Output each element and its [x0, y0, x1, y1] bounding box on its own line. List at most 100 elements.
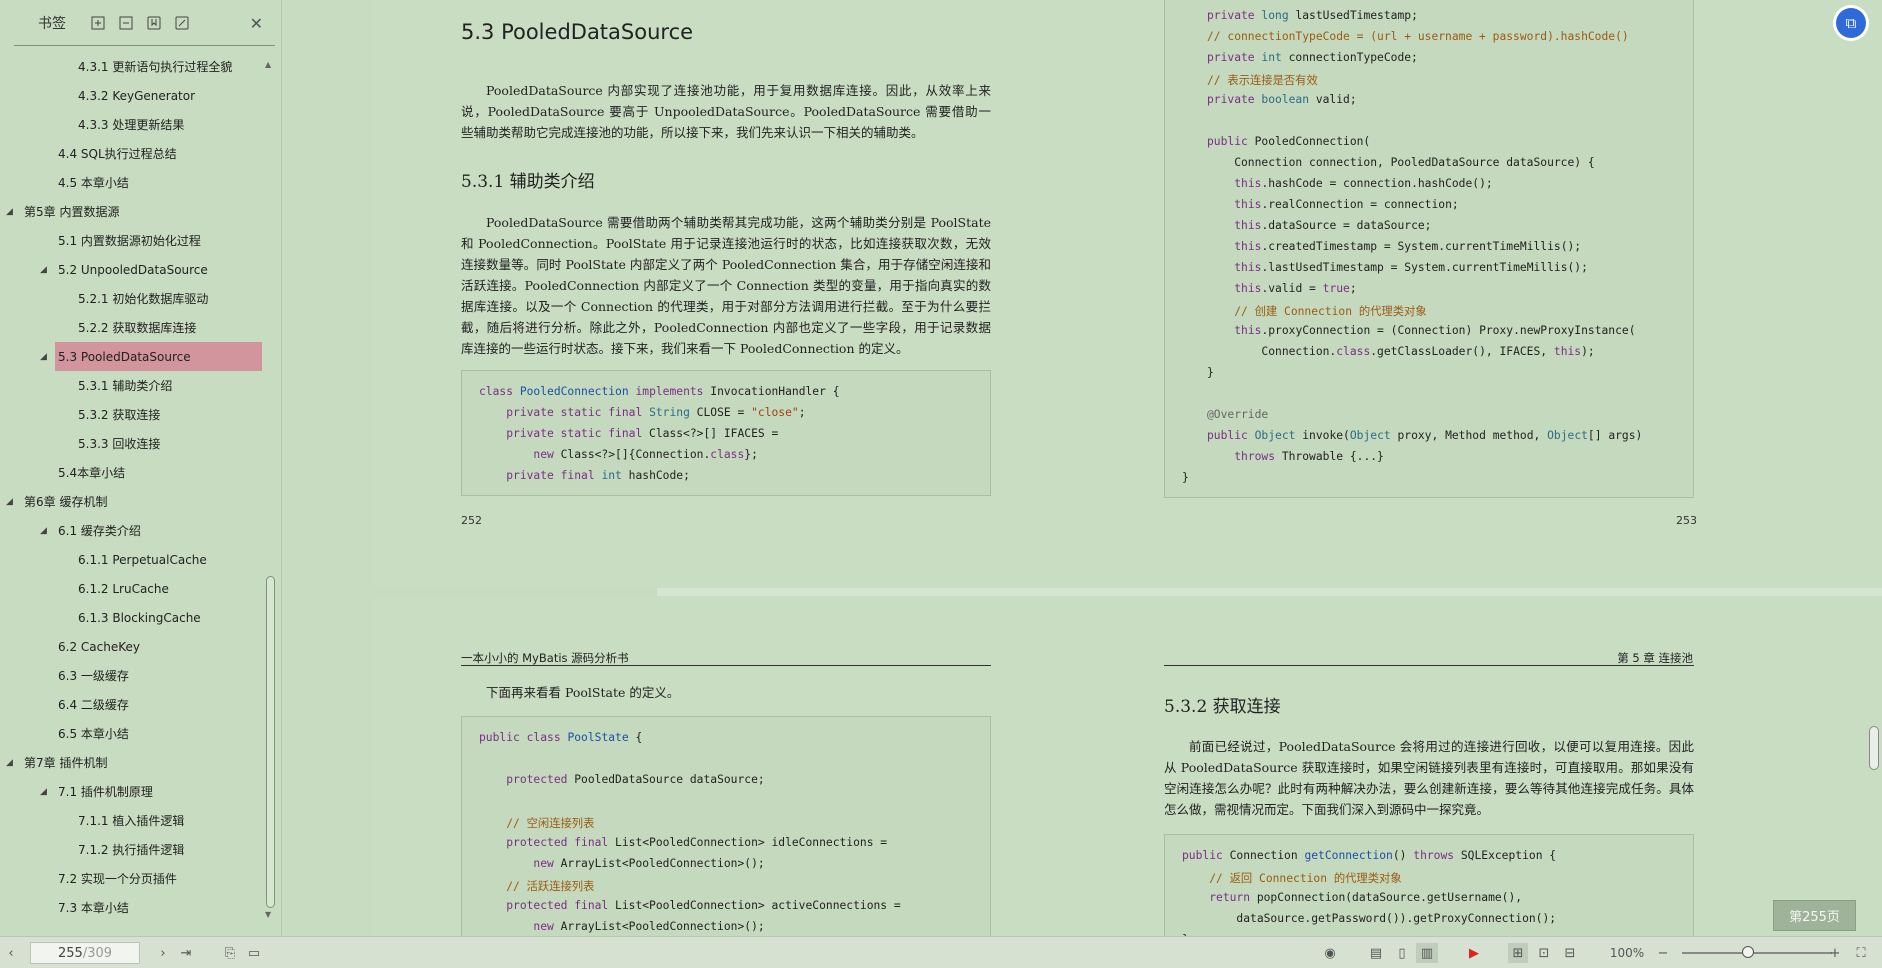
sidebar-item[interactable]: ◢ 5.3 PooledDataSource: [40, 342, 262, 371]
fullscreen-icon[interactable]: ⛶: [1852, 943, 1870, 963]
sidebar-item[interactable]: 6.1.3 BlockingCache: [0, 603, 262, 632]
sidebar-item-label: 6.1 缓存类介绍: [58, 524, 141, 538]
floating-tool-button[interactable]: ⧉: [1836, 8, 1866, 38]
sidebar-item-label: 7.1.2 执行插件逻辑: [78, 843, 185, 857]
continuous-view-icon[interactable]: ▯: [1392, 943, 1412, 963]
sidebar-item[interactable]: 5.3.3 回收连接: [0, 429, 262, 458]
expand-toggle-icon[interactable]: ◢: [40, 787, 54, 797]
fit-width-icon[interactable]: ⊞: [1508, 943, 1528, 963]
sidebar-item[interactable]: ◢ 第7章 插件机制: [0, 748, 262, 777]
subsection-heading-532: 5.3.2 获取连接: [1164, 697, 1281, 717]
sidebar-item[interactable]: 5.3.1 辅助类介绍: [0, 371, 262, 400]
sidebar-item[interactable]: 7.1.1 植入插件逻辑: [0, 806, 262, 835]
sidebar-item[interactable]: 6.4 二级缓存: [0, 690, 262, 719]
sidebar-item-label: 6.5 本章小结: [58, 727, 129, 741]
scroll-up-icon[interactable]: ▲: [265, 60, 271, 69]
section-heading: 5.3 PooledDataSource: [461, 20, 694, 44]
rotate-page-icon[interactable]: ⎘: [222, 943, 238, 963]
sidebar-item-label: 6.3 一级缓存: [58, 669, 129, 683]
expand-toggle-icon[interactable]: ◢: [40, 526, 54, 536]
sidebar-item[interactable]: 7.3 本章小结: [0, 893, 262, 922]
sidebar-item[interactable]: 6.1.1 PerpetualCache: [0, 545, 262, 574]
expand-toggle-icon[interactable]: ◢: [6, 497, 20, 507]
next-page-icon[interactable]: ›: [156, 943, 170, 963]
sidebar-item-label: 5.3.3 回收连接: [78, 437, 161, 451]
sidebar-item[interactable]: 7.2 实现一个分页插件: [0, 864, 262, 893]
sidebar-item[interactable]: ◢ 第5章 内置数据源: [0, 197, 262, 226]
expand-toggle-icon[interactable]: ◢: [6, 207, 20, 217]
play-icon[interactable]: ▶: [1464, 943, 1484, 963]
page-number-left: 252: [461, 514, 482, 527]
sidebar-item[interactable]: 5.2.1 初始化数据库驱动: [0, 284, 262, 313]
scroll-down-icon[interactable]: ▼: [265, 910, 271, 919]
sidebar-item[interactable]: ◢ 5.2 UnpooledDataSource: [0, 255, 262, 284]
close-icon[interactable]: ✕: [250, 14, 263, 33]
total-pages: /309: [82, 945, 113, 961]
sidebar-item-label: 5.3 PooledDataSource: [58, 349, 191, 364]
sidebar-item-label: 6.2 CacheKey: [58, 639, 140, 654]
eye-protection-icon[interactable]: ◉: [1318, 943, 1342, 963]
expand-toggle-icon[interactable]: ◢: [40, 352, 54, 362]
sidebar-item[interactable]: ◢ 6.1 缓存类介绍: [0, 516, 262, 545]
zoom-level[interactable]: 100%: [1604, 943, 1650, 963]
get-connection-paragraph: 前面已经说过，PooledDataSource 会将用过的连接进行回收，以便可以…: [1164, 739, 1694, 817]
sidebar-item[interactable]: 5.4本章小结: [0, 458, 262, 487]
page-indicator-badge: 第255页: [1773, 900, 1856, 931]
sidebar-item-label: 5.2 UnpooledDataSource: [58, 262, 208, 277]
expand-toggle-icon[interactable]: ◢: [6, 758, 20, 768]
zoom-slider-knob[interactable]: [1742, 946, 1754, 958]
sidebar-item[interactable]: 5.3.2 获取连接: [0, 400, 262, 429]
collapse-all-icon[interactable]: [118, 15, 134, 31]
sidebar-item[interactable]: 5.2.2 获取数据库连接: [0, 313, 262, 342]
single-page-view-icon[interactable]: ▤: [1366, 943, 1386, 963]
sidebar-title: 书签: [38, 15, 66, 32]
expand-toggle-icon[interactable]: ◢: [40, 265, 54, 275]
sidebar-item-label: 第5章 内置数据源: [24, 205, 120, 219]
sidebar-item-label: 7.2 实现一个分页插件: [58, 872, 177, 886]
add-bookmark-icon[interactable]: [146, 15, 162, 31]
sidebar-item-label: 5.1 内置数据源初始化过程: [58, 234, 201, 248]
sidebar-item-label: 6.1.3 BlockingCache: [78, 610, 201, 625]
running-head-left: 一本小小的 MyBatis 源码分析书: [461, 651, 629, 665]
header-rule-right: [1164, 665, 1694, 666]
sidebar-item[interactable]: ◢ 7.1 插件机制原理: [0, 777, 262, 806]
sidebar-item[interactable]: 4.3.1 更新语句执行过程全貌: [0, 52, 262, 81]
two-page-view-icon[interactable]: ▥: [1416, 943, 1438, 963]
code-block-poolstate: public class PoolState { protected Poole…: [461, 716, 991, 936]
edit-bookmark-icon[interactable]: [174, 15, 190, 31]
sidebar-item-label: 4.3.2 KeyGenerator: [78, 88, 196, 103]
code-block-getconnection: public Connection getConnection() throws…: [1164, 834, 1694, 936]
sidebar-item[interactable]: 6.5 本章小结: [0, 719, 262, 748]
sidebar-item[interactable]: 7.1.2 执行插件逻辑: [0, 835, 262, 864]
sidebar-item[interactable]: 4.3.2 KeyGenerator: [0, 81, 262, 110]
sidebar-item[interactable]: ◢ 第6章 缓存机制: [0, 487, 262, 516]
document-scroll-thumb[interactable]: [1869, 726, 1879, 770]
fit-page-icon[interactable]: ▭: [246, 943, 262, 963]
fit-screen-icon[interactable]: ⊡: [1534, 943, 1554, 963]
zoom-in-icon[interactable]: +: [1828, 943, 1842, 963]
sidebar-scroll-thumb[interactable]: [266, 576, 275, 908]
sidebar-item-label: 6.1.2 LruCache: [78, 581, 169, 596]
current-page: 255: [57, 945, 83, 961]
zoom-out-icon[interactable]: −: [1656, 943, 1670, 963]
last-page-icon[interactable]: ⇥: [178, 943, 194, 963]
header-rule-left: [461, 665, 991, 666]
sidebar-item[interactable]: 4.3.3 处理更新结果: [0, 110, 262, 139]
sidebar-scrollbar[interactable]: ▲ ▼: [264, 60, 276, 922]
sidebar-item[interactable]: 4.4 SQL执行过程总结: [0, 139, 262, 168]
sidebar-item[interactable]: 4.5 本章小结: [0, 168, 262, 197]
sidebar-item-label: 5.3.2 获取连接: [78, 408, 161, 422]
actual-size-icon[interactable]: ⊟: [1560, 943, 1580, 963]
sidebar-item[interactable]: 6.2 CacheKey: [0, 632, 262, 661]
page-number-input[interactable]: 255/309: [30, 942, 140, 964]
subsection-heading: 5.3.1 辅助类介绍: [461, 172, 595, 192]
document-viewport: 5.3 PooledDataSource PooledDataSource 内部…: [283, 0, 1882, 936]
expand-all-icon[interactable]: [90, 15, 106, 31]
sidebar-item[interactable]: 6.1.2 LruCache: [0, 574, 262, 603]
sidebar-item-label: 4.3.1 更新语句执行过程全貌: [78, 60, 233, 74]
sidebar-item[interactable]: 6.3 一级缓存: [0, 661, 262, 690]
sidebar-item[interactable]: 5.1 内置数据源初始化过程: [0, 226, 262, 255]
prev-page-icon[interactable]: ‹: [4, 943, 18, 963]
zoom-slider-track[interactable]: [1682, 952, 1832, 954]
sidebar-item-label: 4.4 SQL执行过程总结: [58, 147, 177, 161]
